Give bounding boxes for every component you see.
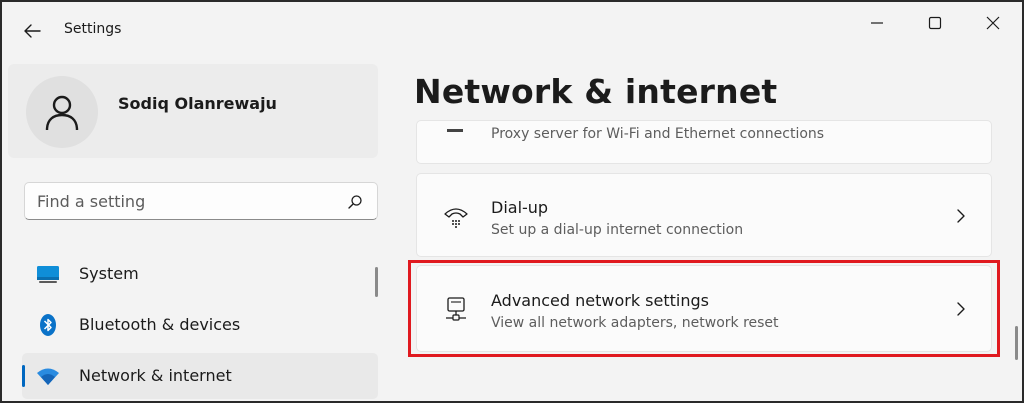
bluetooth-icon [40, 314, 56, 336]
app-title: Settings [64, 21, 122, 37]
monitor-icon [37, 266, 59, 283]
settings-window: Settings Sodiq Olanrewaju Find a setting… [0, 0, 1024, 403]
maximize-icon [928, 16, 942, 30]
close-button[interactable] [970, 8, 1016, 38]
sidebar-item-label: Bluetooth & devices [79, 315, 241, 334]
card-subtitle: Proxy server for Wi-Fi and Ethernet conn… [491, 126, 825, 142]
chevron-right-icon [957, 302, 965, 316]
back-button[interactable] [16, 16, 48, 46]
proxy-card[interactable]: Proxy server for Wi-Fi and Ethernet conn… [416, 120, 992, 164]
network-adapter-icon [446, 297, 466, 321]
avatar [26, 76, 98, 148]
maximize-button[interactable] [912, 8, 958, 38]
search-icon[interactable] [347, 194, 363, 210]
sidebar-item-system[interactable]: System [22, 251, 378, 297]
profile-name: Sodiq Olanrewaju [118, 94, 277, 113]
page-title: Network & internet [414, 72, 778, 111]
chevron-right-icon [957, 209, 965, 223]
main-scrollbar[interactable] [1015, 326, 1018, 360]
sidebar-item-bluetooth[interactable]: Bluetooth & devices [22, 302, 378, 348]
card-title: Dial-up [491, 198, 549, 217]
search-input[interactable] [37, 191, 337, 211]
sidebar-item-label: System [79, 264, 139, 283]
card-subtitle: View all network adapters, network reset [491, 315, 779, 331]
phone-dialup-icon [444, 208, 468, 228]
sidebar-scrollbar[interactable] [375, 267, 378, 297]
close-icon [986, 16, 1000, 30]
minimize-button[interactable] [854, 8, 900, 38]
advanced-network-settings-card[interactable]: Advanced network settings View all netwo… [416, 265, 992, 352]
arrow-left-icon [24, 24, 41, 38]
user-profile-card[interactable]: Sodiq Olanrewaju [8, 64, 378, 158]
dialup-card[interactable]: Dial-up Set up a dial-up internet connec… [416, 173, 992, 257]
card-title: Advanced network settings [491, 291, 709, 310]
search-box[interactable] [24, 182, 378, 220]
wifi-icon [37, 368, 59, 385]
sidebar-item-network[interactable]: Network & internet [22, 353, 378, 399]
minimize-icon [871, 22, 883, 24]
title-bar: Settings [2, 2, 1022, 58]
proxy-icon [447, 129, 463, 132]
person-icon [45, 95, 79, 131]
selected-indicator [22, 365, 25, 387]
sidebar-item-label: Network & internet [79, 366, 232, 385]
card-subtitle: Set up a dial-up internet connection [491, 222, 744, 238]
